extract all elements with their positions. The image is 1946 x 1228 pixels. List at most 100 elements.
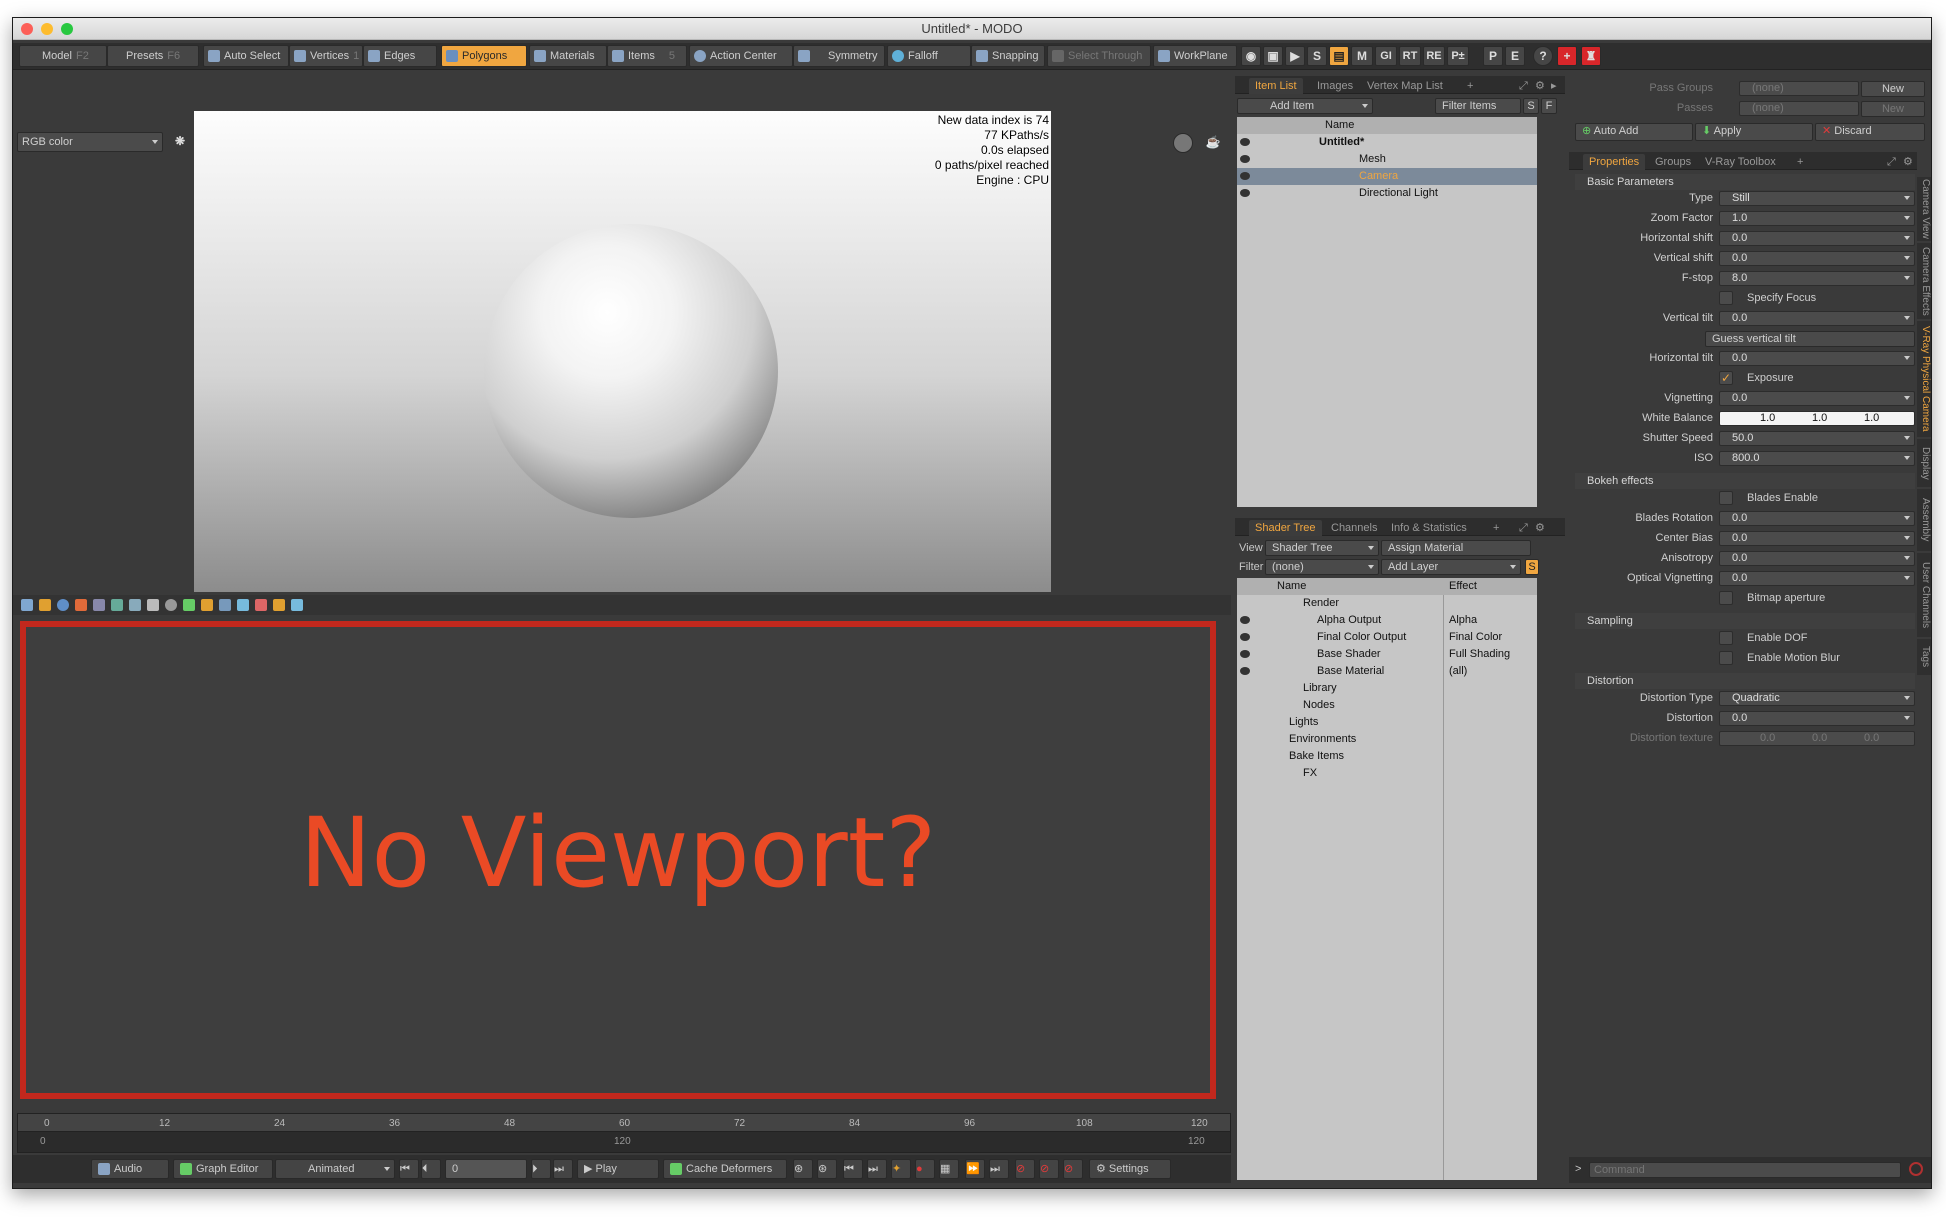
sampling-section[interactable]: Sampling xyxy=(1575,613,1915,629)
shader-row[interactable]: FX xyxy=(1237,765,1537,782)
pass-groups-select[interactable]: (none) xyxy=(1739,81,1859,96)
key-options-icon[interactable]: ▦ xyxy=(939,1159,959,1179)
color-wheel-icon[interactable]: ❋ xyxy=(171,133,189,151)
specify-focus-checkbox[interactable] xyxy=(1719,291,1733,305)
distortion-type-select[interactable]: Quadratic xyxy=(1719,691,1915,706)
shader-row[interactable]: Environments xyxy=(1237,731,1537,748)
viewport-tool-icon[interactable] xyxy=(165,599,177,611)
auto-select-button[interactable]: Auto Select xyxy=(203,45,289,67)
shader-row[interactable]: Nodes xyxy=(1237,697,1537,714)
tab-vray-toolbox[interactable]: V-Ray Toolbox xyxy=(1699,154,1782,170)
visibility-eye-icon[interactable] xyxy=(1240,155,1250,163)
blades-rotation-field[interactable]: 0.0 xyxy=(1719,511,1915,526)
bokeh-section[interactable]: Bokeh effects xyxy=(1575,473,1915,489)
visibility-eye-icon[interactable] xyxy=(1240,650,1250,658)
shader-row[interactable]: Bake Items xyxy=(1237,748,1537,765)
tab-groups[interactable]: Groups xyxy=(1649,154,1697,170)
optical-vignetting-field[interactable]: 0.0 xyxy=(1719,571,1915,586)
animated-select[interactable]: Animated xyxy=(275,1159,395,1179)
view-select[interactable]: Shader Tree xyxy=(1265,540,1379,556)
tab-properties[interactable]: Properties xyxy=(1583,154,1646,170)
shader-row[interactable]: Render xyxy=(1237,595,1537,612)
key-jump-icon[interactable]: ⏩ xyxy=(965,1159,985,1179)
key-jump-icon[interactable]: ⏭ xyxy=(989,1159,1009,1179)
close-window-button[interactable] xyxy=(21,23,33,35)
viewport-tool-icon[interactable] xyxy=(129,599,141,611)
falloff-button[interactable]: Falloff xyxy=(887,45,971,67)
distortion-section[interactable]: Distortion xyxy=(1575,673,1915,689)
distortion-texture-field[interactable]: 0.0 0.0 0.0 xyxy=(1719,731,1915,746)
assign-material-button[interactable]: Assign Material xyxy=(1381,540,1531,556)
side-tab-assembly[interactable]: Assembly xyxy=(1917,489,1931,551)
render-view[interactable]: New data index is 74 77 KPaths/s 0.0s el… xyxy=(194,111,1051,592)
bitmap-aperture-checkbox[interactable] xyxy=(1719,591,1733,605)
materials-button[interactable]: Materials xyxy=(529,45,607,67)
viewport-tool-icon[interactable] xyxy=(39,599,51,611)
visibility-eye-icon[interactable] xyxy=(1240,633,1250,641)
model-tab[interactable]: Model F2 xyxy=(19,45,107,67)
new-pass-group-button[interactable]: New xyxy=(1861,81,1925,97)
key-icon[interactable]: ⊛ xyxy=(817,1159,837,1179)
render-camera-icon[interactable]: ◉ xyxy=(1241,46,1261,66)
minimize-window-button[interactable] xyxy=(41,23,53,35)
command-input[interactable] xyxy=(1589,1162,1901,1178)
apply-button[interactable]: ⬇ Apply xyxy=(1695,123,1813,141)
shader-s-button[interactable]: S xyxy=(1525,559,1539,575)
record-icon[interactable]: ● xyxy=(915,1159,935,1179)
filter-items-button[interactable]: Filter Items xyxy=(1435,98,1521,114)
visibility-eye-icon[interactable] xyxy=(1240,138,1250,146)
filter-f-button[interactable]: F xyxy=(1541,98,1557,114)
tab-vertex-map-list[interactable]: Vertex Map List xyxy=(1361,78,1449,94)
visibility-eye-icon[interactable] xyxy=(1240,172,1250,180)
teapot-preview-icon[interactable]: ☕ xyxy=(1203,133,1223,153)
viewport-tool-icon[interactable] xyxy=(219,599,231,611)
channel-select[interactable]: RGB color xyxy=(17,132,163,152)
select-through-button[interactable]: Select Through xyxy=(1047,45,1151,67)
vertices-button[interactable]: Vertices 1 xyxy=(289,45,363,67)
guess-vertical-tilt-button[interactable]: Guess vertical tilt xyxy=(1705,331,1915,347)
add-tab-icon[interactable]: + xyxy=(1791,154,1809,170)
snapping-button[interactable]: Snapping xyxy=(971,45,1045,67)
blades-enable-checkbox[interactable] xyxy=(1719,491,1733,505)
key-icon[interactable]: ⊛ xyxy=(793,1159,813,1179)
key-set-icon[interactable]: ✦ xyxy=(891,1159,911,1179)
viewport-tool-icon[interactable] xyxy=(201,599,213,611)
item-row-mesh[interactable]: Mesh xyxy=(1237,151,1537,168)
enable-dof-checkbox[interactable] xyxy=(1719,631,1733,645)
next-key-button[interactable]: ⏵ xyxy=(531,1159,551,1179)
settings-button[interactable]: ⚙ Settings xyxy=(1089,1159,1171,1179)
figure-icon[interactable]: ♜ xyxy=(1581,46,1601,66)
toolbar-m-button[interactable]: M xyxy=(1351,46,1373,66)
shader-row[interactable]: Alpha Output Alpha xyxy=(1237,612,1537,629)
tab-images[interactable]: Images xyxy=(1311,78,1359,94)
shutter-speed-field[interactable]: 50.0 xyxy=(1719,431,1915,446)
cache-deformers-button[interactable]: Cache Deformers xyxy=(663,1159,787,1179)
viewport-tool-icon[interactable] xyxy=(93,599,105,611)
visibility-eye-icon[interactable] xyxy=(1240,189,1250,197)
filter-select[interactable]: (none) xyxy=(1265,559,1379,575)
polygons-button[interactable]: Polygons xyxy=(441,45,527,67)
item-row-untitled[interactable]: Untitled* xyxy=(1237,134,1537,151)
symmetry-button[interactable]: Symmetry xyxy=(793,45,885,67)
viewport-tool-icon[interactable] xyxy=(255,599,267,611)
auto-add-button[interactable]: ⊕ Auto Add xyxy=(1575,123,1693,141)
prev-key-button[interactable]: ⏴ xyxy=(421,1159,441,1179)
distortion-field[interactable]: 0.0 xyxy=(1719,711,1915,726)
items-button[interactable]: Items 5 xyxy=(607,45,687,67)
side-tab-user-channels[interactable]: User Channels xyxy=(1917,553,1931,637)
shader-row[interactable]: Lights xyxy=(1237,714,1537,731)
side-tab-display[interactable]: Display xyxy=(1917,439,1931,487)
zoom-window-button[interactable] xyxy=(61,23,73,35)
render-window-icon[interactable]: ▣ xyxy=(1263,46,1283,66)
viewport-tool-icon[interactable] xyxy=(111,599,123,611)
last-frame-button[interactable]: ⏭ xyxy=(553,1159,573,1179)
visibility-eye-icon[interactable] xyxy=(1240,667,1250,675)
toolbar-p-plus-button[interactable]: P± xyxy=(1447,46,1469,66)
add-plus-icon[interactable]: + xyxy=(1557,46,1577,66)
item-row-camera[interactable]: Camera xyxy=(1237,168,1537,185)
vertical-shift-field[interactable]: 0.0 xyxy=(1719,251,1915,266)
viewport-tool-icon[interactable] xyxy=(75,599,87,611)
passes-select[interactable]: (none) xyxy=(1739,101,1859,116)
shader-row[interactable]: Library xyxy=(1237,680,1537,697)
shader-row[interactable]: Base Material (all) xyxy=(1237,663,1537,680)
